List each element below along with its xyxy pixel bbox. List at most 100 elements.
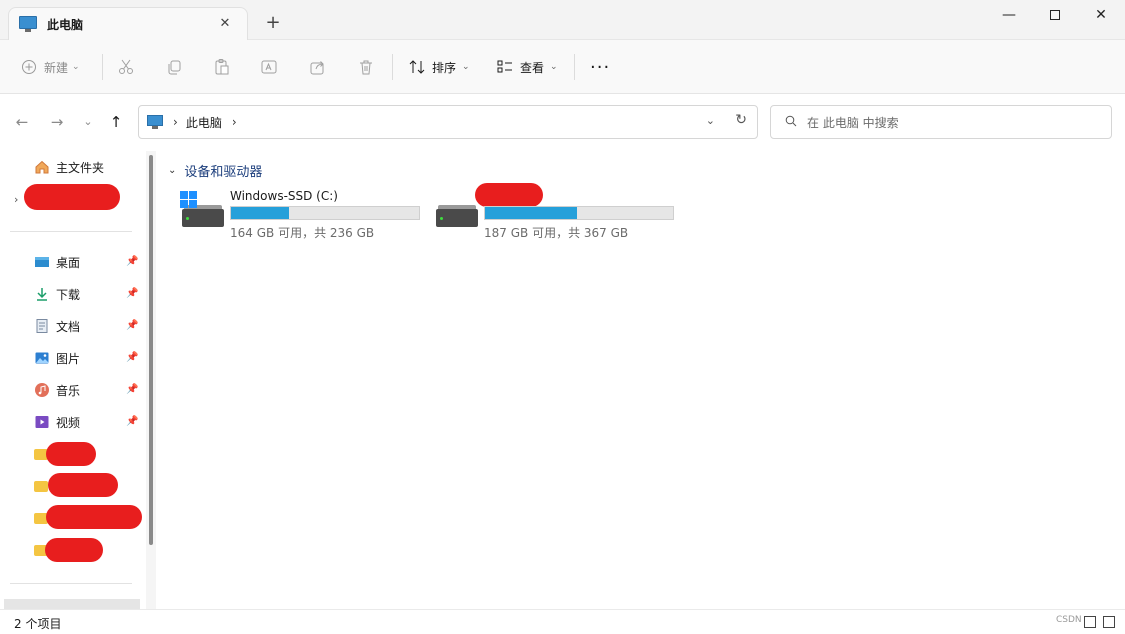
group-title: 设备和驱动器	[184, 165, 263, 180]
redacted-drive-name	[475, 183, 543, 207]
tab-close-icon[interactable]: ✕	[215, 14, 235, 34]
new-button[interactable]: 新建 ⌄	[20, 54, 80, 80]
chevron-right-icon[interactable]: ›	[173, 115, 178, 129]
minimize-button[interactable]: —	[986, 0, 1032, 32]
drive-capacity: 187 GB 可用，共 367 GB	[484, 226, 629, 240]
address-bar[interactable]: › 此电脑 › ⌄ ↻	[138, 105, 758, 139]
sidebar-item-documents[interactable]: 文档	[34, 316, 80, 336]
download-icon	[34, 286, 50, 302]
drive-capacity: 164 GB 可用，共 236 GB	[230, 226, 375, 240]
maximize-button[interactable]	[1032, 0, 1078, 32]
rename-button[interactable]	[260, 54, 278, 80]
toolbar-divider	[392, 54, 393, 80]
forward-arrow-icon[interactable]: →	[47, 112, 67, 132]
cut-button[interactable]	[117, 54, 135, 80]
pin-icon[interactable]: 📌	[126, 352, 138, 363]
redacted-item	[46, 505, 142, 529]
paste-button[interactable]	[213, 54, 231, 80]
sidebar-item-label: 图片	[56, 351, 81, 366]
drive-usage-bar	[230, 206, 420, 220]
up-arrow-icon[interactable]: ↑	[106, 112, 126, 132]
drive-item-c[interactable]: Windows-SSD (C:) 164 GB 可用，共 236 GB	[180, 187, 425, 241]
sidebar-item-label: 桌面	[56, 255, 81, 270]
chevron-down-icon: ⌄	[72, 62, 80, 72]
clipboard-icon	[213, 58, 231, 76]
tiles-view-icon[interactable]	[1103, 616, 1115, 628]
sidebar-item-label: 视频	[56, 415, 81, 430]
title-bar: 此电脑 ✕ + — ✕	[0, 0, 1125, 40]
new-tab-button[interactable]: +	[262, 12, 284, 34]
computer-icon	[147, 115, 163, 129]
sidebar-item-pictures[interactable]: 图片	[34, 348, 80, 368]
drive-usage-bar	[484, 206, 674, 220]
sidebar-item-this-pc[interactable]	[4, 599, 140, 609]
breadcrumb-this-pc[interactable]: 此电脑	[186, 114, 222, 131]
home-icon	[34, 159, 50, 175]
view-button[interactable]: 查看 ⌄	[496, 54, 558, 80]
pin-icon[interactable]: 📌	[126, 320, 138, 331]
view-label: 查看	[520, 60, 545, 75]
drive-name: Windows-SSD (C:)	[230, 189, 338, 203]
scrollbar-thumb[interactable]	[149, 155, 153, 545]
desktop-icon	[34, 254, 50, 270]
plus-circle-icon	[20, 58, 38, 76]
search-icon	[785, 115, 797, 130]
view-list-icon	[496, 58, 514, 76]
chevron-right-icon[interactable]: ›	[232, 115, 237, 129]
picture-icon	[34, 350, 50, 366]
pin-icon[interactable]: 📌	[126, 384, 138, 395]
sidebar-item-desktop[interactable]: 桌面	[34, 252, 80, 272]
navigation-row: ← → ⌄ ↑ › 此电脑 › ⌄ ↻ 在 此电脑 中搜索	[0, 95, 1125, 151]
share-button[interactable]	[309, 54, 327, 80]
status-bar: 2 个项目 CSDN	[0, 609, 1125, 634]
sidebar-item-downloads[interactable]: 下载	[34, 284, 80, 304]
delete-button[interactable]	[357, 54, 375, 80]
sidebar-item-label: 文档	[56, 319, 81, 334]
search-box[interactable]: 在 此电脑 中搜索	[770, 105, 1112, 139]
sort-button[interactable]: 排序 ⌄	[408, 54, 470, 80]
sidebar-item-label: 下载	[56, 287, 81, 302]
sidebar-item-label: 主文件夹	[56, 160, 105, 175]
close-window-button[interactable]: ✕	[1078, 0, 1124, 32]
address-dropdown-icon[interactable]: ⌄	[706, 114, 715, 127]
windows-logo-icon	[180, 191, 198, 209]
watermark-text: CSDN	[1056, 615, 1082, 625]
chevron-down-icon: ⌄	[550, 62, 558, 72]
video-icon	[34, 414, 50, 430]
search-placeholder: 在 此电脑 中搜索	[807, 115, 899, 130]
back-arrow-icon[interactable]: ←	[12, 112, 32, 132]
drive-item-redacted[interactable]: 187 GB 可用，共 367 GB	[434, 183, 679, 241]
sidebar-item-videos[interactable]: 视频	[34, 412, 80, 432]
pin-icon[interactable]: 📌	[126, 256, 138, 267]
rename-icon	[260, 58, 278, 76]
navigation-pane: 主文件夹 › 桌面 📌 下载 📌 文档 📌 图片 📌 音乐 📌 视频 📌	[0, 151, 146, 609]
details-view-icon[interactable]	[1084, 616, 1096, 628]
item-count: 2 个项目	[14, 617, 62, 631]
tab-this-pc[interactable]: 此电脑 ✕	[8, 7, 248, 40]
trash-icon	[357, 58, 375, 76]
chevron-down-icon: ⌄	[168, 165, 177, 176]
copy-icon	[165, 58, 183, 76]
group-header-devices[interactable]: ⌄ 设备和驱动器	[168, 161, 262, 180]
system-drive-icon	[180, 191, 224, 227]
sidebar-item-home[interactable]: 主文件夹	[34, 157, 104, 177]
maximize-icon	[1050, 10, 1060, 20]
toolbar-divider	[574, 54, 575, 80]
redacted-item	[46, 442, 96, 466]
recent-locations-chevron-icon[interactable]: ⌄	[78, 112, 98, 132]
more-options-button[interactable]: ···	[590, 54, 610, 80]
document-icon	[34, 318, 50, 334]
redacted-item	[48, 473, 118, 497]
pin-icon[interactable]: 📌	[126, 416, 138, 427]
sidebar-divider	[10, 231, 132, 232]
refresh-icon[interactable]: ↻	[735, 112, 747, 128]
copy-button[interactable]	[165, 54, 183, 80]
sidebar-item-music[interactable]: 音乐	[34, 380, 80, 400]
computer-icon	[19, 16, 37, 32]
pin-icon[interactable]: 📌	[126, 288, 138, 299]
chevron-right-icon[interactable]: ›	[14, 193, 18, 206]
sidebar-scrollbar[interactable]	[146, 151, 156, 609]
drive-usage-fill	[485, 207, 578, 219]
music-icon	[34, 382, 50, 398]
tab-label: 此电脑	[47, 17, 84, 32]
